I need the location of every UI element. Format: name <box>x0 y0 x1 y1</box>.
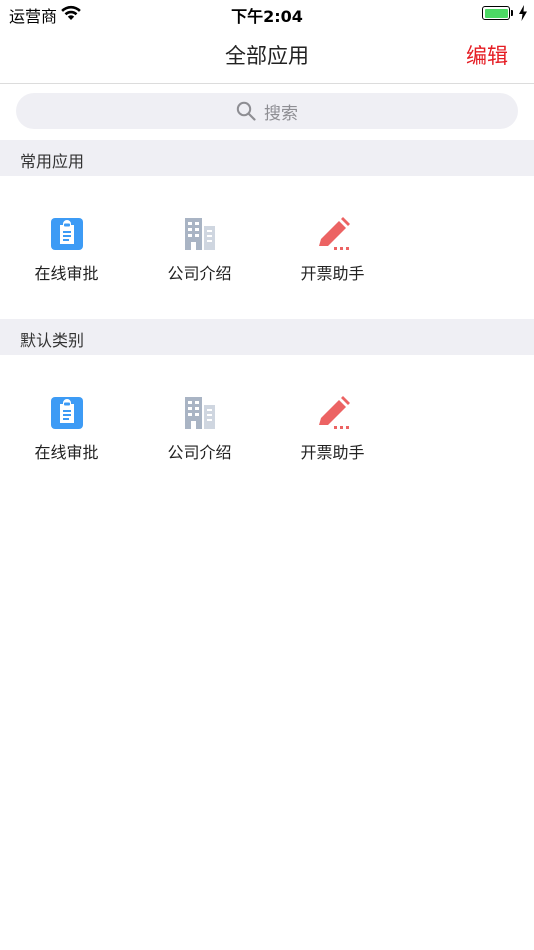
search-input[interactable]: 搜索 <box>16 93 518 129</box>
status-bar: 运营商 下午2:04 <box>0 0 534 28</box>
app-item-invoice-assistant[interactable]: 开票助手 <box>266 355 399 498</box>
pencil-icon <box>318 396 350 429</box>
section-title: 默认类别 <box>20 331 85 350</box>
app-grid-common: 在线审批 公司介绍 开票助手 <box>0 176 534 319</box>
battery-tip <box>511 10 513 16</box>
edit-button[interactable]: 编辑 <box>466 40 508 70</box>
section-header-common: 常用应用 <box>0 140 534 176</box>
app-label: 公司介绍 <box>167 443 232 462</box>
search-content: 搜索 <box>16 93 518 129</box>
battery-fill <box>484 8 508 18</box>
app-item-online-approval[interactable]: 在线审批 <box>0 355 133 498</box>
app-item-invoice-assistant[interactable]: 开票助手 <box>266 176 399 319</box>
clipboard-icon <box>50 397 83 429</box>
charging-bolt-icon <box>519 5 527 21</box>
app-grid-default: 在线审批 公司介绍 开票助手 <box>0 355 534 498</box>
app-item-company-intro[interactable]: 公司介绍 <box>133 176 266 319</box>
clipboard-icon <box>50 218 83 250</box>
search-icon <box>236 101 256 121</box>
building-icon <box>184 397 215 429</box>
search-placeholder: 搜索 <box>264 103 298 124</box>
pencil-icon <box>318 217 350 250</box>
app-label: 在线审批 <box>34 443 99 462</box>
navigation-bar: 全部应用 编辑 <box>0 28 534 84</box>
app-label: 公司介绍 <box>167 264 232 283</box>
app-label: 开票助手 <box>300 264 365 283</box>
battery-icon <box>482 6 510 20</box>
page-title: 全部应用 <box>225 44 309 68</box>
building-icon <box>184 218 215 250</box>
app-item-company-intro[interactable]: 公司介绍 <box>133 355 266 498</box>
section-title: 常用应用 <box>20 152 85 171</box>
app-item-online-approval[interactable]: 在线审批 <box>0 176 133 319</box>
section-header-default: 默认类别 <box>0 319 534 355</box>
app-label: 开票助手 <box>300 443 365 462</box>
app-label: 在线审批 <box>34 264 99 283</box>
status-time: 下午2:04 <box>231 7 303 26</box>
